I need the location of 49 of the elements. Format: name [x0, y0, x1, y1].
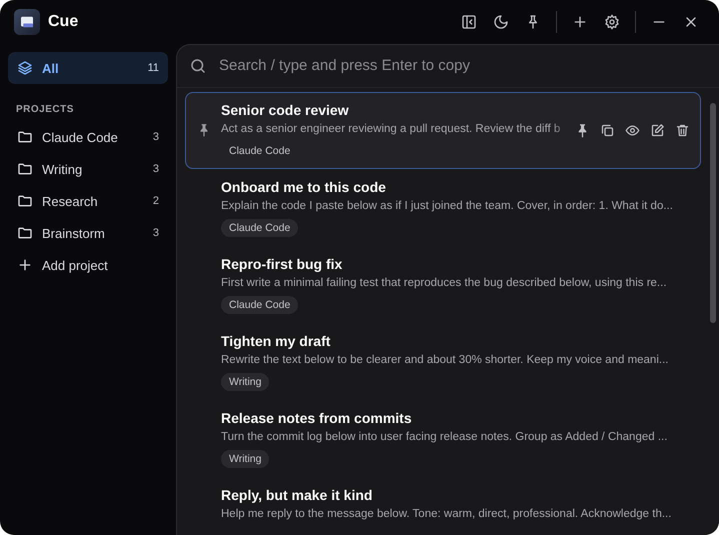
prompt-title: Onboard me to this code	[221, 178, 386, 196]
section-heading: PROJECTS	[16, 104, 75, 115]
all-prompts-item[interactable]: All 11	[8, 52, 168, 84]
prompt-card[interactable]: Tighten my draft Rewrite the text below to be clearer and about 30% shorter. Keep my voice and meani... Writing	[185, 322, 701, 400]
prompt-card[interactable]: Release notes from commits Turn the commit log below into user facing release notes. Group as Added / Changed ... Writing	[185, 400, 701, 477]
folder-icon	[17, 193, 33, 209]
add-project-button[interactable]: Add project	[8, 249, 168, 281]
delete-icon[interactable]	[675, 122, 690, 138]
folder-icon	[17, 161, 33, 177]
project-tag: Claude Code	[221, 296, 298, 314]
project-tag: Writing	[221, 372, 270, 391]
folder-icon	[17, 225, 33, 241]
prompt-text: Explain the code I paste below as if I just joined the team. Cover, in order: 1. What it do...	[221, 198, 673, 214]
prompt-card[interactable]: Reply, but make it kind Help me reply to the message below. Tone: warm, direct, professional. Acknowledge th...	[185, 476, 701, 535]
project-tag: Claude Code	[221, 218, 298, 237]
project-item[interactable]: Brainstorm 3	[8, 217, 168, 249]
project-item[interactable]: Writing 3	[8, 153, 168, 185]
prompt-text: Help me reply to the message below. Tone: warm, direct, professional. Acknowledge th...	[221, 506, 672, 522]
folder-icon	[17, 129, 33, 145]
prompt-card[interactable]: Senior code review Act as a senior engineer reviewing a pull request. Review the diff b Claude Code	[185, 92, 701, 169]
project-item[interactable]: Research 2	[8, 185, 168, 217]
settings-icon[interactable]	[604, 14, 620, 30]
prompt-text: Turn the commit log below into user facing release notes. Group as Added / Changed ...	[221, 430, 668, 445]
prompt-card[interactable]: Onboard me to this code Explain the code I paste below as if I just joined the team. Cover, in order: 1. What it do... Claude Code	[185, 168, 701, 246]
prompt-title: Reply, but make it kind	[221, 486, 372, 504]
app-logo-icon	[14, 9, 40, 35]
scrollbar[interactable]	[710, 103, 716, 323]
plus-icon	[17, 257, 33, 273]
edit-icon[interactable]	[650, 122, 665, 138]
prompt-text: Act as a senior engineer reviewing a pull request. Review the diff b	[221, 122, 560, 137]
layers-icon	[17, 60, 33, 76]
prompt-title: Release notes from commits	[221, 408, 412, 427]
sidebar-toggle-icon[interactable]	[461, 14, 477, 30]
app-title: Cue	[48, 13, 78, 31]
project-tag: Claude Code	[221, 142, 298, 160]
prompt-text: Rewrite the text below to be clearer and about 30% shorter. Keep my voice and meani...	[221, 352, 668, 368]
project-tag: Writing	[221, 450, 270, 468]
moon-icon[interactable]	[493, 14, 509, 30]
prompt-title: Senior code review	[221, 100, 349, 119]
add-icon[interactable]	[572, 14, 588, 30]
prompt-title: Tighten my draft	[221, 332, 330, 350]
project-item[interactable]: Claude Code 3	[8, 121, 168, 153]
search-icon	[189, 56, 207, 75]
prompt-title: Repro-first bug fix	[221, 254, 342, 273]
eye-icon[interactable]	[625, 122, 640, 138]
prompt-card[interactable]: Repro-first bug fix First write a minimal failing test that reproduces the bug described below, using this re... Claude Code	[185, 246, 701, 323]
prompt-text: First write a minimal failing test that reproduces the bug described below, using this re...	[221, 276, 667, 291]
copy-icon[interactable]	[600, 122, 615, 138]
search-field[interactable]: Search / type and press Enter to copy	[217, 56, 707, 76]
